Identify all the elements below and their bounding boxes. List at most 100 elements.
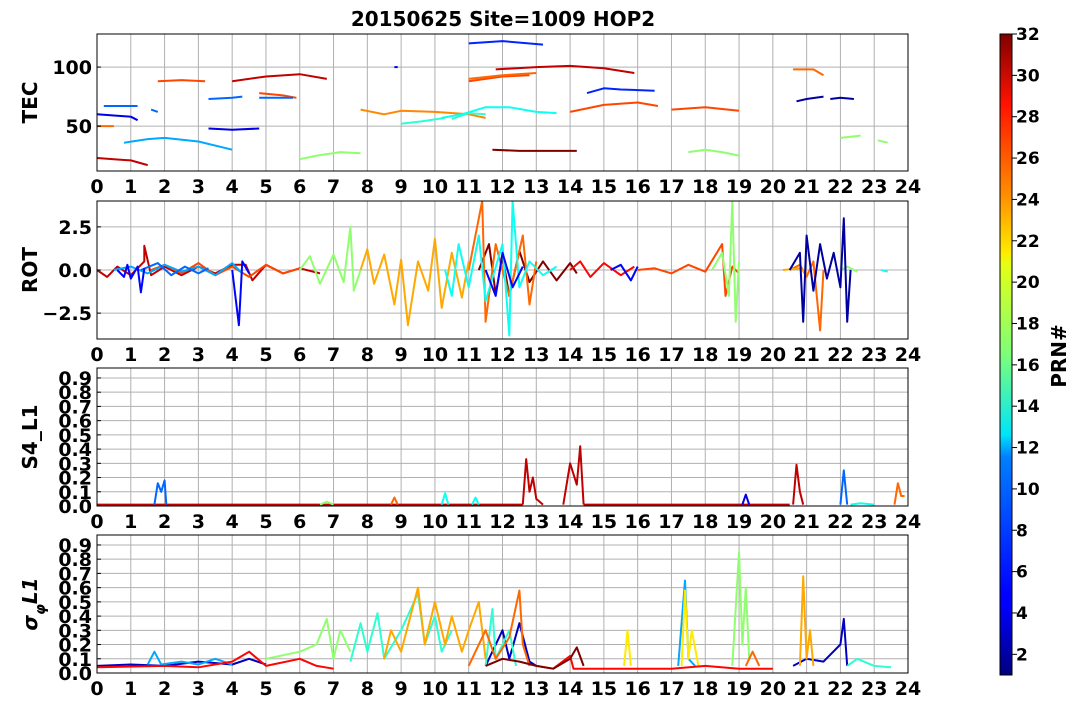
tec-series-prn-4	[208, 127, 260, 131]
sigma-xtick-label: 10	[422, 678, 448, 700]
sigma-grid	[96, 535, 909, 674]
rot-series	[97, 201, 888, 337]
tec-series-prn-17	[877, 139, 888, 144]
tec-series-prn-2	[830, 96, 854, 100]
s4-xtick-label: 22	[827, 511, 853, 533]
colorbar-tick-label: 16	[1016, 356, 1040, 376]
rot-ytick-label: 0.0	[58, 260, 92, 282]
tec-ytick-label: 50	[66, 116, 92, 138]
s4-xtick-label: 19	[726, 511, 752, 533]
sigma-xtick-label: 12	[489, 678, 515, 700]
s4-xtick-label: 3	[192, 511, 205, 533]
tec-xtick-label: 2	[158, 176, 171, 198]
tec-xtick-label: 3	[192, 176, 205, 198]
tec-series-prn-17	[688, 148, 740, 157]
tec-xtick-label: 17	[658, 176, 684, 198]
sigma-xtick-label: 3	[192, 678, 205, 700]
s4-xtick-label: 12	[489, 511, 515, 533]
colorbar-tick-label: 18	[1016, 314, 1040, 334]
tec-series-prn-8	[150, 108, 159, 113]
tec-xtick-label: 8	[361, 176, 374, 198]
rot-series-prn-17	[711, 201, 740, 323]
sigma-ylabel: σφL1	[18, 577, 49, 630]
panel-s4: 0 1 2 3 4 5 6 7 8 9 10 11 12 13 14 15 16 17 18 19 20 21 22 23 24…	[18, 367, 921, 533]
tec-series-prn-6	[586, 87, 655, 95]
tec-series-prn-6	[468, 40, 544, 46]
tec-series-prn-30	[97, 157, 148, 167]
rot-xtick-label: 3	[192, 344, 205, 366]
rot-xtick-label: 2	[158, 344, 171, 366]
s4-xtick-label: 24	[895, 511, 921, 533]
sigma-xtick-label: 0	[90, 678, 103, 700]
rot-series-prn-23	[359, 237, 470, 327]
rot-series-prn-17	[839, 265, 858, 273]
tec-series	[97, 40, 888, 167]
colorbar-tick-label: 30	[1016, 66, 1040, 86]
s4-xtick-label: 8	[361, 511, 374, 533]
rot-xtick-label: 6	[293, 344, 306, 366]
s4-xtick-label: 9	[395, 511, 408, 533]
sigma-series-prn-14	[846, 657, 892, 669]
sigma-xtick-label: 8	[361, 678, 374, 700]
rot-ytick-label: 2.5	[58, 217, 92, 239]
s4-series-prn-30	[792, 463, 805, 505]
sigma-xtick-label: 19	[726, 678, 752, 700]
rot-xtick-label: 8	[361, 344, 374, 366]
s4-xtick-label: 15	[591, 511, 617, 533]
s4-xtick-label: 5	[259, 511, 272, 533]
rot-xtick-label: 16	[624, 344, 650, 366]
figure-title: 20150625 Site=1009 HOP2	[351, 7, 655, 31]
rot-xtick-label: 23	[861, 344, 887, 366]
s4-series-prn-4	[741, 493, 751, 505]
tec-series-prn-8	[208, 95, 243, 100]
sigma-xtick-label: 15	[591, 678, 617, 700]
s4-series-prn-25	[893, 482, 905, 505]
rot-xtick-label: 18	[692, 344, 718, 366]
tec-series-prn-30	[232, 73, 327, 83]
rot-xtick-label: 14	[557, 344, 583, 366]
tec-xtick-label: 19	[726, 176, 752, 198]
tec-xtick-label: 9	[395, 176, 408, 198]
sigma-xtick-label: 16	[624, 678, 650, 700]
colorbar-tick-label: 28	[1016, 108, 1040, 128]
s4-xtick-label: 16	[624, 511, 650, 533]
sigma-series-prn-28	[97, 650, 334, 670]
colorbar: 2468101214161820222426283032 PRN#	[999, 25, 1071, 676]
s4-xtick-label: 14	[557, 511, 583, 533]
s4-series-prn-8	[839, 469, 849, 505]
tec-xtick-label: 24	[895, 176, 921, 198]
rot-xtick-label: 21	[793, 344, 819, 366]
s4-xtick-label: 6	[293, 511, 306, 533]
s4-xtick-label: 4	[226, 511, 239, 533]
colorbar-ticks: 2468101214161820222426283032	[1012, 25, 1040, 665]
rot-xtick-label: 11	[455, 344, 481, 366]
s4-grid	[96, 368, 909, 507]
rot-ytick-label: −2.5	[42, 303, 92, 325]
panel-rot: 0 1 2 3 4 5 6 7 8 9 10 11 12 13 14 15 16 17 18 19 20 21 22 23 24…	[18, 200, 921, 366]
s4-series-prn-13	[850, 502, 875, 506]
rot-xtick-label: 20	[760, 344, 786, 366]
s4-series-prn-30	[521, 458, 544, 506]
sigma-ytick-label: 0.9	[58, 535, 92, 557]
tec-xtick-label: 23	[861, 176, 887, 198]
rot-xtick-label: 0	[90, 344, 103, 366]
s4-xtick-label: 23	[861, 511, 887, 533]
tec-series-prn-26	[569, 101, 659, 113]
rot-xtick-label: 12	[489, 344, 515, 366]
tec-xtick-label: 0	[90, 176, 103, 198]
tec-xtick-label: 7	[327, 176, 340, 198]
sigma-xtick-label: 23	[861, 678, 887, 700]
s4-xtick-label: 2	[158, 511, 171, 533]
tec-xtick-label: 6	[293, 176, 306, 198]
s4-series-prn-13	[440, 492, 450, 505]
rot-xtick-label: 9	[395, 344, 408, 366]
tec-xtick-label: 10	[422, 176, 448, 198]
colorbar-tick-label: 10	[1016, 480, 1040, 500]
sigma-series-prn-17	[265, 617, 352, 660]
s4-xtick-label: 7	[327, 511, 340, 533]
sigma-xtick-label: 17	[658, 678, 684, 700]
sigma-xtick-label: 13	[523, 678, 549, 700]
s4-xtick-label: 21	[793, 511, 819, 533]
sigma-xtick-label: 9	[395, 678, 408, 700]
tec-xtick-label: 21	[793, 176, 819, 198]
